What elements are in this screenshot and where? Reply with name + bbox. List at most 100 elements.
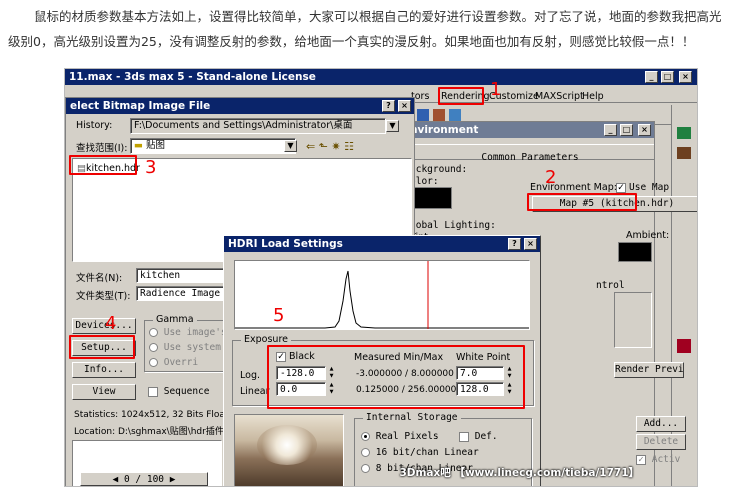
close-icon[interactable]: ×: [398, 100, 411, 112]
radio-icon: [361, 448, 370, 457]
background-color-swatch[interactable]: [414, 187, 452, 209]
bit16-label: 16 bit/chan Linear: [375, 447, 479, 458]
annotation-number-3: 3: [145, 157, 157, 178]
chevron-down-icon[interactable]: ▼: [386, 120, 399, 132]
ambient-color-swatch[interactable]: [618, 242, 652, 262]
frame-counter-value: 0 / 100: [123, 474, 165, 485]
hdri-title: HDRI Load Settings: [228, 238, 343, 250]
annotation-box-exposure: [267, 345, 525, 409]
exposure-title: Exposure: [241, 334, 291, 345]
annotation-number-2: 2: [545, 167, 557, 188]
sequence-checkbox[interactable]: Sequence: [148, 386, 210, 397]
screenshot-3dsmax: 11.max - 3ds max 5 - Stand-alone License…: [64, 68, 698, 487]
view-button[interactable]: View: [72, 384, 136, 400]
radio-icon: [361, 464, 370, 473]
max-title: 11.max - 3ds max 5 - Stand-alone License: [69, 71, 316, 83]
annotation-number-5: 5: [273, 305, 285, 326]
frame-first-icon: ◀: [112, 474, 124, 485]
maximize-icon[interactable]: □: [661, 71, 674, 83]
close-icon[interactable]: ×: [638, 124, 651, 136]
log-label: Log.: [240, 370, 260, 381]
def-checkbox[interactable]: Def.: [459, 431, 498, 442]
annotation-box-rendering: [438, 87, 484, 105]
max-window-controls: _ □ ×: [625, 69, 697, 85]
gamma-option-image[interactable]: Use image's: [149, 327, 227, 338]
bit16-radio[interactable]: 16 bit/chan Linear: [361, 447, 479, 458]
gamma-group: Gamma Use image's Use system Overri: [144, 314, 227, 372]
internal-storage-title: Internal Storage: [363, 412, 461, 423]
back-icon[interactable]: ⇐: [306, 140, 315, 153]
linear-label: Linear: [240, 386, 270, 397]
checkbox-icon: [459, 431, 469, 442]
menu-maxscript[interactable]: MAXScript: [535, 91, 584, 102]
global-lighting-label: lobal Lighting:: [410, 220, 496, 231]
real-pixels-label: Real Pixels: [375, 431, 439, 442]
annotation-number-4: 4: [105, 313, 117, 334]
active-checkbox[interactable]: ✓ Activ: [636, 454, 680, 465]
new-folder-icon[interactable]: ✷: [331, 140, 340, 153]
panel-tab-icon[interactable]: [677, 127, 691, 139]
gamma-option-system-label: Use system: [163, 342, 221, 353]
panel-tab-icon[interactable]: [677, 147, 691, 159]
annotation-box-kitchen: [69, 155, 137, 175]
history-dropdown[interactable]: F:\Documents and Settings\Administrator\…: [130, 118, 386, 134]
env-map-label: Environment Map:: [530, 182, 617, 193]
sequence-label: Sequence: [163, 386, 210, 397]
add-effect-button[interactable]: Add...: [636, 416, 686, 432]
frame-counter[interactable]: ◀ 0 / 100 ▶: [80, 472, 208, 486]
folder-icon: ▬: [134, 140, 143, 151]
close-icon[interactable]: ×: [524, 238, 537, 250]
checkbox-icon: [148, 386, 158, 397]
gamma-title: Gamma: [153, 314, 197, 325]
chevron-down-icon[interactable]: ▼: [284, 140, 297, 152]
hdr-preview-image: [234, 414, 344, 486]
toolbar-tool-icon[interactable]: [449, 109, 461, 121]
use-map-checkbox[interactable]: ✓ Use Map: [616, 182, 669, 193]
minimize-icon[interactable]: _: [645, 71, 658, 83]
bitmap-title: elect Bitmap Image File: [70, 100, 211, 112]
help-icon[interactable]: ?: [508, 238, 521, 250]
annotation-number-1: 1: [490, 79, 502, 100]
toolbar-tool-icon[interactable]: [433, 109, 445, 121]
gamma-option-system[interactable]: Use system: [149, 342, 221, 353]
bitmap-titlebar: elect Bitmap Image File: [66, 98, 414, 114]
light-hotspot: [257, 425, 317, 465]
maximize-icon[interactable]: □: [620, 124, 633, 136]
gamma-option-override-label: Overri: [163, 357, 199, 368]
gamma-option-override[interactable]: Overri: [149, 357, 198, 368]
check-icon: ✓: [636, 454, 646, 465]
devices-button[interactable]: Devices...: [72, 318, 136, 334]
control-label: ntrol: [596, 280, 625, 291]
menu-help[interactable]: Help: [582, 91, 604, 102]
radio-icon: [149, 358, 158, 367]
close-icon[interactable]: ×: [679, 71, 692, 83]
help-icon[interactable]: ?: [382, 100, 395, 112]
toolbar-tool-icon[interactable]: [417, 109, 429, 121]
filetype-label: 文件类型(T):: [76, 291, 131, 302]
location-text: Location: D:\sghmax\贴图\hdr插件\: [74, 427, 227, 437]
color-swatch[interactable]: [677, 339, 691, 353]
intro-line-1: 鼠标的材质参数基本方法如上，设置得比较简单，大家可以根据自己的爱好进行设置参数。…: [34, 9, 722, 24]
check-icon: ✓: [616, 182, 626, 193]
folder-toolbar-icons: ⇐ ⬑ ✷ ☷: [306, 140, 354, 153]
active-label: Activ: [651, 454, 681, 465]
history-label: History:: [76, 120, 113, 131]
radio-icon: [149, 343, 158, 352]
radio-icon: [361, 432, 370, 441]
up-folder-icon[interactable]: ⬑: [319, 140, 328, 153]
radio-icon: [149, 328, 158, 337]
intro-line-2: 级别0，高光级别设置为25，没有调整反射的参数，给地面一个真实的漫反射。如果地面…: [8, 34, 695, 49]
delete-effect-button[interactable]: Delete: [636, 434, 686, 450]
minimize-icon[interactable]: _: [604, 124, 617, 136]
view-menu-icon[interactable]: ☷: [344, 140, 354, 153]
hdri-titlebar: HDRI Load Settings: [224, 236, 540, 252]
common-params-rollout[interactable]: Common Parameters: [406, 144, 654, 163]
preview-area: [614, 292, 652, 348]
annotation-box-setup: [69, 335, 135, 359]
use-map-label: Use Map: [629, 182, 670, 193]
lookin-dropdown[interactable]: ▬ 贴图: [130, 138, 296, 154]
real-pixels-radio[interactable]: Real Pixels: [361, 431, 439, 442]
render-preview-button[interactable]: Render Preview: [614, 362, 684, 378]
ambient-label: Ambient:: [626, 230, 670, 241]
info-button[interactable]: Info...: [72, 362, 136, 378]
